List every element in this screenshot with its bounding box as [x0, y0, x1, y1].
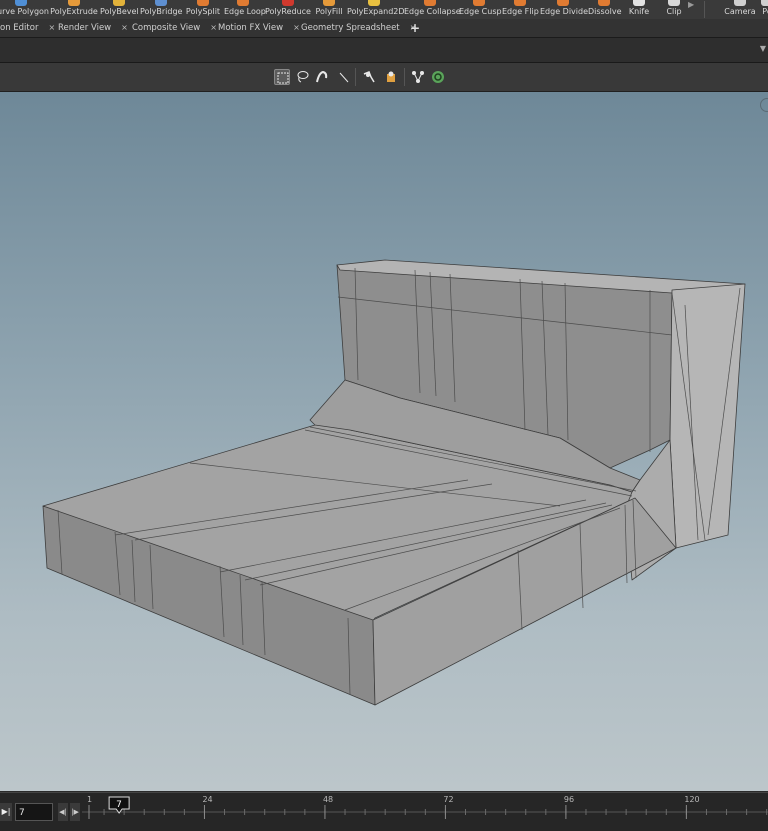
add-tab-button[interactable]: +	[410, 19, 420, 37]
ruler-tick-label: 72	[443, 795, 453, 804]
shelf-tool-polysplit[interactable]: PolySplit	[185, 0, 221, 19]
laser-select-icon[interactable]	[336, 69, 352, 85]
shelf-tool-camera[interactable]: Camera	[724, 0, 756, 19]
scene-viewport[interactable]	[0, 92, 768, 791]
shelf-tool-label: Edge Divide	[540, 7, 589, 16]
select-visible-icon[interactable]	[383, 69, 399, 85]
shelf-tool-label: PolyBevel	[100, 7, 139, 16]
shelf-tool-edge-flip[interactable]: Edge Flip	[502, 0, 539, 19]
shelf-tool-label: Camera	[724, 7, 756, 16]
shelf-tool-label: Edge Collapse	[404, 7, 461, 16]
shelf-tool-label: Edge Flip	[502, 7, 539, 16]
shelf-tool-edge-collapse[interactable]: Edge Collapse	[404, 0, 461, 19]
close-tab-icon[interactable]: ×	[293, 23, 300, 32]
shelf-scroll-right-icon[interactable]: ▶	[688, 0, 694, 9]
shelf-tool-clip[interactable]: Clip	[663, 0, 685, 19]
shelf-tool-urve-polygon[interactable]: urve Polygon	[0, 0, 49, 19]
shelf-divider	[704, 1, 705, 18]
ruler-tick-label: 120	[684, 795, 699, 804]
viewport-toolbar	[0, 63, 768, 92]
close-tab-icon[interactable]: ×	[210, 23, 217, 32]
shelf-tool-label: Dissolve	[588, 7, 622, 16]
pane-tab-bar: on Editor × Render View × Composite View × …	[0, 19, 768, 38]
shelf-tool-knife[interactable]: Knife	[626, 0, 652, 19]
shelf-tool-label: Clip	[666, 7, 682, 16]
shelf-tool-label: PolyBridge	[140, 7, 183, 16]
shelf-tool-label: Knife	[628, 7, 650, 16]
shelf-tool-po[interactable]: Po	[760, 0, 768, 19]
secure-selection-icon[interactable]	[361, 69, 377, 85]
tab-geometry-spreadsheet[interactable]: Geometry Spreadsheet ×	[301, 19, 416, 37]
step-forward-button[interactable]: |▶	[70, 803, 80, 821]
viewport-options-icon[interactable]	[760, 98, 768, 112]
current-frame-input[interactable]: 7	[15, 803, 53, 821]
shelf-tool-label: PolyExtrude	[50, 7, 98, 16]
close-tab-icon[interactable]: ×	[48, 23, 55, 32]
shelf-tool-polyextrude[interactable]: PolyExtrude	[50, 0, 98, 19]
shelf-tool-edge-divide[interactable]: Edge Divide	[540, 0, 589, 19]
shelf-tool-label: Edge Loop	[224, 7, 266, 16]
select-groups-icon[interactable]	[410, 69, 426, 85]
step-back-button[interactable]: ◀|	[58, 803, 68, 821]
lasso-select-icon[interactable]	[294, 69, 310, 85]
path-bar: ▼	[0, 38, 768, 63]
chevron-down-icon[interactable]: ▼	[760, 44, 766, 53]
shelf-tool-label: Edge Cusp	[459, 7, 502, 16]
playbar: ▶| 7 ◀| |▶ 1 24 48 72 96 120 7	[0, 792, 768, 831]
shelf-tool-label: PolySplit	[185, 7, 221, 16]
shelf-tool-polybridge[interactable]: PolyBridge	[140, 0, 182, 19]
tab-network-editor[interactable]: on Editor ×	[0, 19, 55, 37]
shelf-tool-label: urve Polygon	[0, 7, 49, 16]
brush-select-icon[interactable]	[314, 69, 330, 85]
ruler-tick-label: 1	[87, 795, 92, 804]
current-frame-marker-label: 7	[116, 800, 122, 810]
shelf-tool-edge-loop[interactable]: Edge Loop	[224, 0, 266, 19]
jump-to-end-button[interactable]: ▶|	[0, 803, 12, 821]
shelf-toolbar: urve Polygon PolyExtrude PolyBevel PolyBrid…	[0, 0, 768, 20]
shelf-tool-label: PolyFill	[315, 7, 343, 16]
shelf-tool-label: Po	[762, 7, 768, 16]
close-tab-icon[interactable]: ×	[121, 23, 128, 32]
geometry-render	[42, 259, 746, 706]
tab-composite-view[interactable]: Composite View ×	[132, 19, 217, 37]
shelf-tool-label: PolyExpand2D	[347, 7, 405, 16]
shelf-tool-polyreduce[interactable]: PolyReduce	[265, 0, 311, 19]
shelf-tool-dissolve[interactable]: Dissolve	[588, 0, 622, 19]
shelf-tool-polyfill[interactable]: PolyFill	[313, 0, 345, 19]
box-select-icon[interactable]	[274, 69, 290, 85]
shelf-tool-label: PolyReduce	[265, 7, 311, 16]
ruler-tick-label: 96	[564, 795, 574, 804]
current-frame-marker[interactable]: 7	[108, 796, 130, 814]
tab-render-view[interactable]: Render View ×	[58, 19, 128, 37]
tab-motion-fx-view[interactable]: Motion FX View ×	[218, 19, 300, 37]
shelf-tool-polyexpand2d[interactable]: PolyExpand2D	[347, 0, 405, 19]
shelf-tool-edge-cusp[interactable]: Edge Cusp	[459, 0, 502, 19]
select-connected-icon[interactable]	[430, 69, 446, 85]
shelf-tool-polybevel[interactable]: PolyBevel	[100, 0, 139, 19]
timeline-ruler[interactable]: 1 24 48 72 96 120 7	[82, 793, 768, 831]
ruler-tick-label: 48	[323, 795, 333, 804]
ruler-tick-label: 24	[202, 795, 212, 804]
